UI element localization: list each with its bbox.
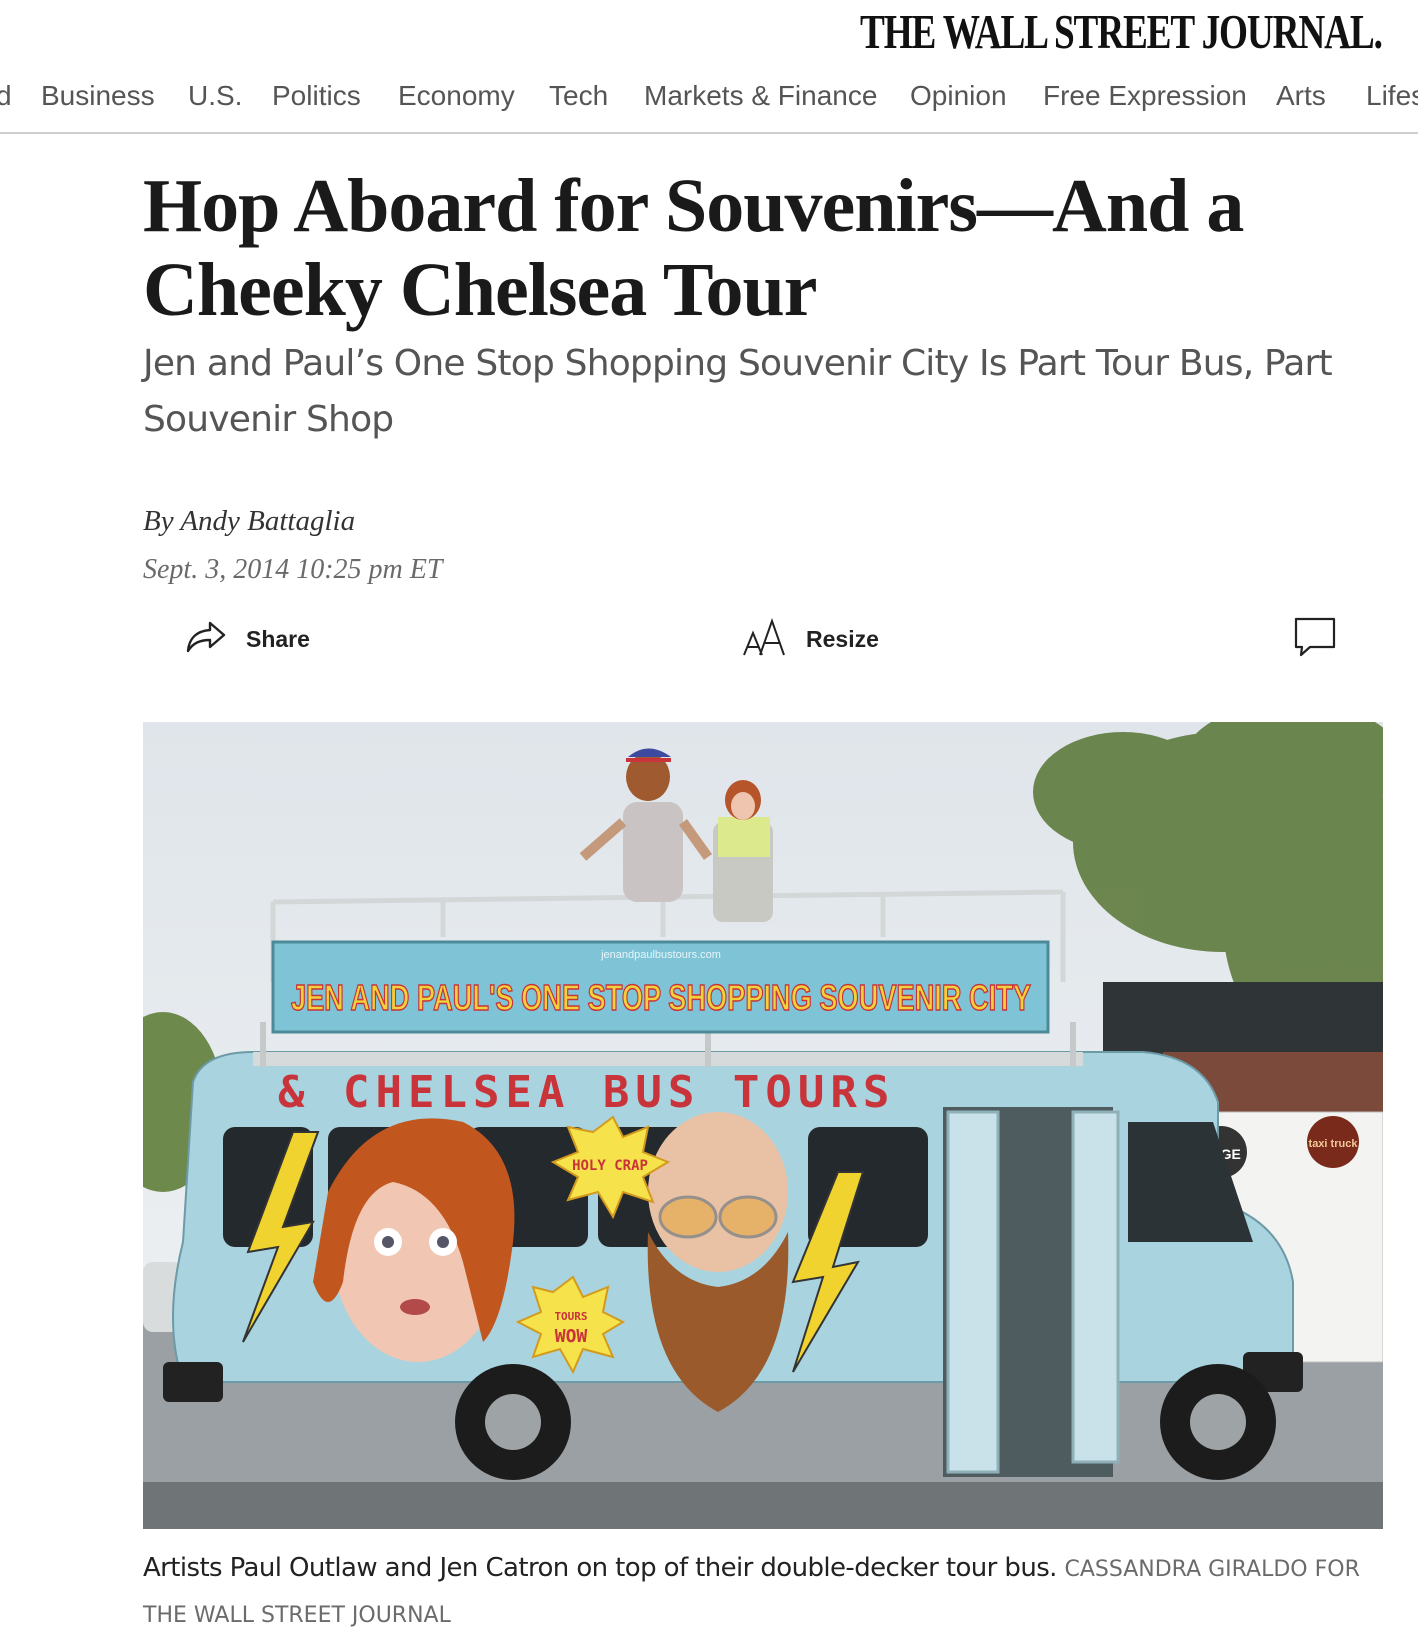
nav-item-lifestyle-truncated[interactable]: Lifes (1366, 76, 1418, 116)
nav-item-politics[interactable]: Politics (272, 76, 361, 116)
svg-text:HOLY CRAP: HOLY CRAP (572, 1158, 648, 1174)
nav-item-us[interactable]: U.S. (188, 76, 242, 116)
share-label: Share (246, 625, 310, 652)
text-size-icon (742, 615, 788, 664)
comment-bubble-icon (1292, 615, 1338, 664)
resize-label: Resize (806, 625, 879, 652)
publish-date: Sept. 3, 2014 10:25 pm ET (143, 554, 443, 585)
caption-text: Artists Paul Outlaw and Jen Catron on to… (143, 1553, 1057, 1583)
article-subheadline: Jen and Paul’s One Stop Shopping Souveni… (143, 343, 1333, 440)
masthead: THE WALL STREET JOURNAL. (0, 0, 1418, 60)
svg-text:jenandpaulbustours.com: jenandpaulbustours.com (600, 949, 721, 961)
share-arrow-icon (184, 617, 228, 662)
nav-item-economy[interactable]: Economy (398, 76, 515, 116)
resize-button[interactable]: Resize (742, 614, 879, 664)
article-photo[interactable]: EDGE taxi truck (143, 722, 1383, 1529)
share-button[interactable]: Share (184, 614, 310, 664)
svg-text:WOW: WOW (555, 1326, 588, 1347)
bus-photo-illustration: EDGE taxi truck (143, 722, 1383, 1529)
nav-item-markets-finance[interactable]: Markets & Finance (644, 76, 877, 116)
article-headline: Hop Aboard for Souvenirs—And a Cheeky Ch… (143, 164, 1244, 332)
nav-item-opinion[interactable]: Opinion (910, 76, 1007, 116)
svg-text:taxi truck: taxi truck (1309, 1138, 1359, 1150)
byline: By Andy Battaglia (143, 502, 355, 540)
section-nav: d Business U.S. Politics Economy Tech Ma… (0, 70, 1418, 134)
nav-item-arts[interactable]: Arts (1276, 76, 1326, 116)
svg-text:& CHELSEA BUS TOURS: & CHELSEA BUS TOURS (278, 1067, 895, 1118)
svg-text:TOURS: TOURS (554, 1310, 587, 1323)
comments-button[interactable] (1292, 614, 1338, 664)
nav-item-business[interactable]: Business (41, 76, 155, 116)
nav-item-tech[interactable]: Tech (549, 76, 608, 116)
byline-prefix: By (143, 505, 181, 537)
svg-text:JEN AND PAUL'S ONE STOP SHOPPI: JEN AND PAUL'S ONE STOP SHOPPING SOUVENI… (291, 977, 1031, 1018)
nav-item-truncated-left[interactable]: d (0, 76, 12, 116)
author-link[interactable]: Andy Battaglia (180, 505, 355, 537)
wsj-logo[interactable]: THE WALL STREET JOURNAL. (860, 6, 1383, 58)
nav-item-free-expression[interactable]: Free Expression (1043, 76, 1247, 116)
photo-caption: Artists Paul Outlaw and Jen Catron on to… (143, 1546, 1383, 1638)
souvenir-city-banner: jenandpaulbustours.com JEN AND PAUL'S ON… (271, 940, 1050, 1034)
